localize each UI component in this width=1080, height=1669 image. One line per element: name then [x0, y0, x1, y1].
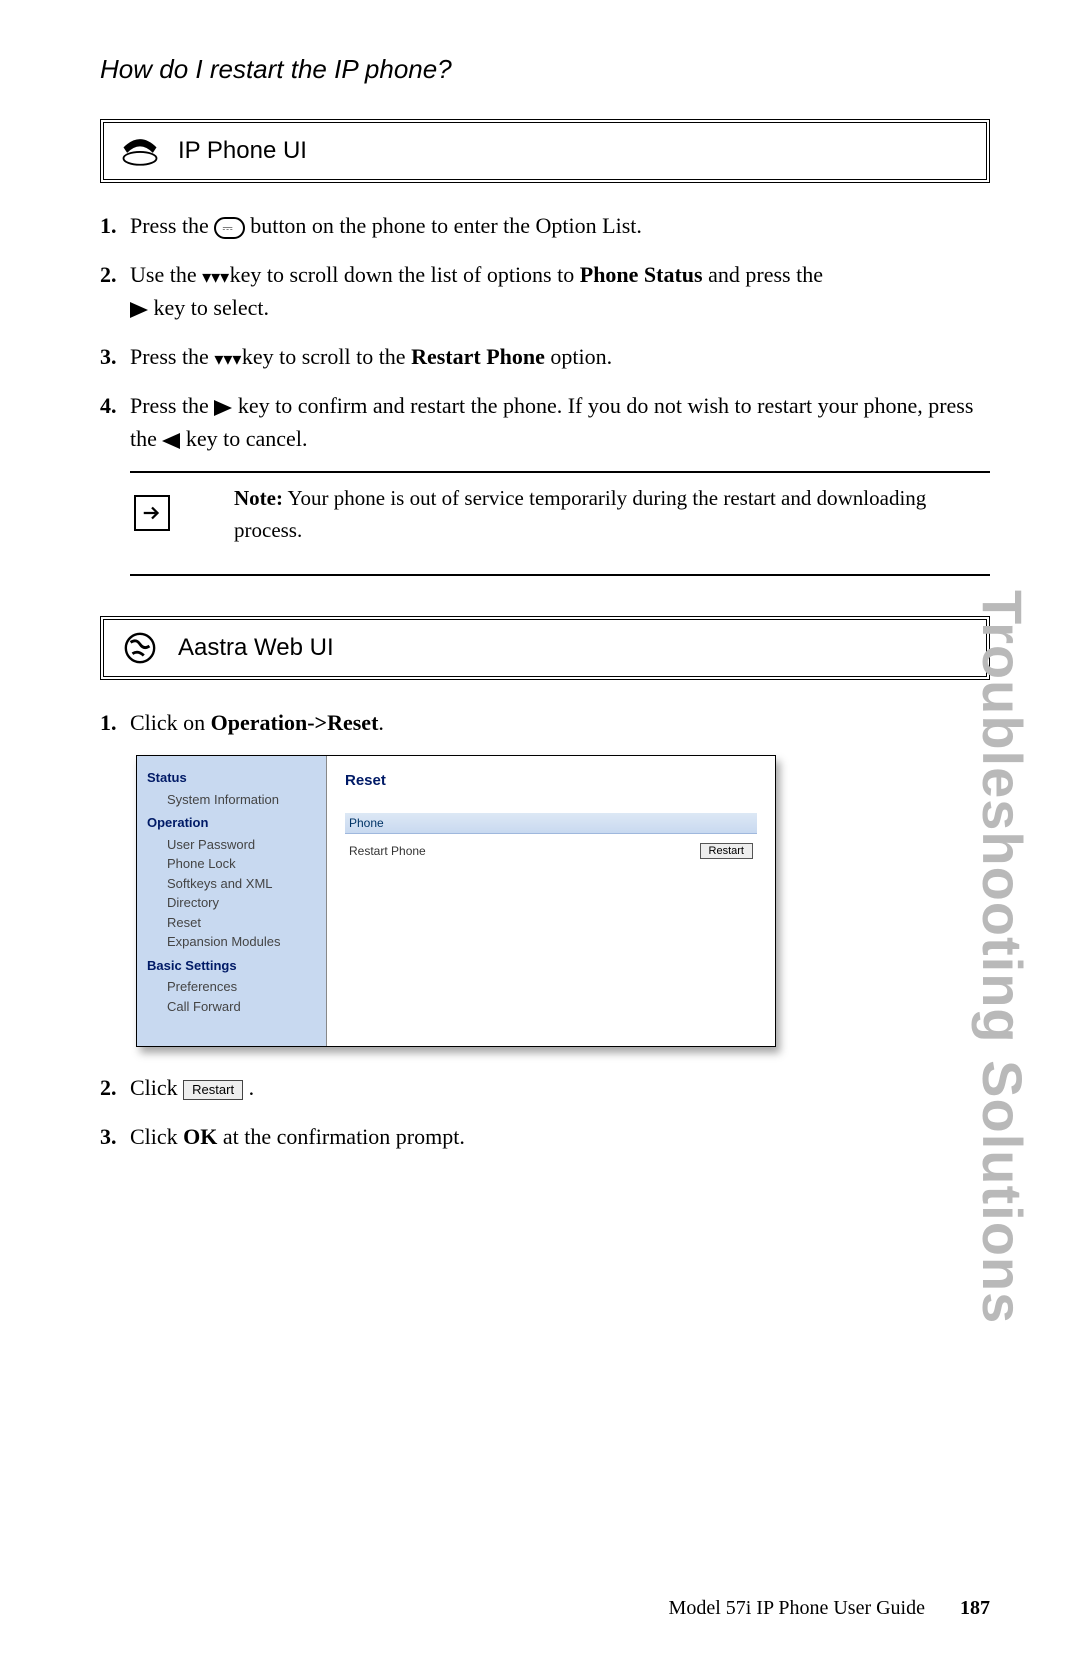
options-button-icon	[214, 217, 244, 239]
select-right-icon	[130, 302, 148, 318]
step-text: key to cancel.	[186, 426, 308, 451]
step-1: 1. Press the button on the phone to ente…	[100, 209, 990, 242]
ok-label: OK	[183, 1124, 217, 1149]
note-body: Your phone is out of service temporarily…	[234, 486, 926, 542]
section-aastra-web-ui: Aastra Web UI	[100, 616, 990, 680]
page-question-heading: How do I restart the IP phone?	[100, 50, 990, 89]
step-text: and press the	[708, 262, 823, 287]
step-text: at the confirmation prompt.	[223, 1124, 465, 1149]
step-text: Press the	[130, 344, 214, 369]
step-text: .	[378, 710, 384, 735]
confirm-right-icon	[214, 400, 232, 416]
section-title: Aastra Web UI	[178, 630, 334, 666]
sidebar-item-call-forward[interactable]: Call Forward	[147, 997, 320, 1017]
note-block: Note: Your phone is out of service tempo…	[130, 471, 990, 576]
operation-reset-label: Operation->Reset	[211, 710, 379, 735]
footer-page-number: 187	[960, 1597, 990, 1619]
restart-button[interactable]: Restart	[700, 843, 753, 859]
sidebar-group-basic-settings[interactable]: Basic Settings	[147, 956, 320, 976]
step-text: option.	[550, 344, 612, 369]
side-tab-troubleshooting: Troubleshooting Solutions	[960, 590, 1044, 1324]
scroll-down-icon: ▾▾▾	[202, 272, 224, 282]
globe-icon	[118, 630, 162, 666]
step-text: Click	[130, 1075, 183, 1100]
phone-handset-icon	[118, 133, 162, 169]
note-label: Note:	[234, 486, 283, 510]
step-text: Press the	[130, 393, 214, 418]
sidebar-item-preferences[interactable]: Preferences	[147, 977, 320, 997]
sidebar-group-status[interactable]: Status	[147, 768, 320, 788]
step-4: 4. Press the key to confirm and restart …	[100, 389, 990, 455]
main-title-reset: Reset	[345, 770, 757, 793]
step-text: Click on	[130, 710, 211, 735]
page-footer: Model 57i IP Phone User Guide 187	[669, 1593, 990, 1623]
phone-status-label: Phone Status	[580, 262, 703, 287]
inline-restart-button[interactable]: Restart	[183, 1080, 243, 1100]
restart-phone-label: Restart Phone	[349, 842, 426, 860]
step-text: .	[249, 1075, 255, 1100]
step-2: 2. Use the ▾▾▾ key to scroll down the li…	[100, 258, 990, 324]
step-text: Use the	[130, 262, 202, 287]
step-text: key to scroll to the	[242, 344, 411, 369]
web-ui-screenshot: Status System Information Operation User…	[136, 755, 776, 1047]
footer-guide-name: Model 57i IP Phone User Guide	[669, 1597, 925, 1619]
step-text: button on the phone to enter the Option …	[250, 213, 642, 238]
restart-phone-row: Restart Phone Restart	[345, 840, 757, 862]
sidebar-item-directory[interactable]: Directory	[147, 893, 320, 913]
web-ui-steps-cont: 2. Click Restart . 3. Click OK at the co…	[100, 1071, 990, 1153]
main-subheader-phone: Phone	[345, 813, 757, 834]
step-text: Click	[130, 1124, 183, 1149]
step-3: 3. Click OK at the confirmation prompt.	[100, 1120, 990, 1153]
web-ui-steps: 1. Click on Operation->Reset.	[100, 706, 990, 739]
sidebar-group-operation[interactable]: Operation	[147, 813, 320, 833]
section-ip-phone-ui: IP Phone UI	[100, 119, 990, 183]
sidebar-item-user-password[interactable]: User Password	[147, 835, 320, 855]
ip-phone-ui-steps: 1. Press the button on the phone to ente…	[100, 209, 990, 455]
sidebar-item-phone-lock[interactable]: Phone Lock	[147, 854, 320, 874]
section-title: IP Phone UI	[178, 133, 307, 169]
step-1: 1. Click on Operation->Reset.	[100, 706, 990, 739]
sidebar-item-softkeys-xml[interactable]: Softkeys and XML	[147, 874, 320, 894]
step-2: 2. Click Restart .	[100, 1071, 990, 1104]
step-3: 3. Press the ▾▾▾ key to scroll to the Re…	[100, 340, 990, 373]
note-arrow-icon	[134, 495, 170, 531]
cancel-left-icon	[162, 433, 180, 449]
restart-phone-label: Restart Phone	[411, 344, 545, 369]
web-ui-main-panel: Reset Phone Restart Phone Restart	[327, 756, 775, 1046]
sidebar-item-expansion-modules[interactable]: Expansion Modules	[147, 932, 320, 952]
sidebar-item-system-information[interactable]: System Information	[147, 790, 320, 810]
scroll-down-icon: ▾▾▾	[214, 354, 236, 364]
step-text: Press the	[130, 213, 214, 238]
sidebar-item-reset[interactable]: Reset	[147, 913, 320, 933]
step-text: key to select.	[154, 295, 269, 320]
web-ui-sidebar: Status System Information Operation User…	[137, 756, 327, 1046]
note-text: Note: Your phone is out of service tempo…	[204, 483, 990, 546]
step-text: key to scroll down the list of options t…	[230, 262, 580, 287]
